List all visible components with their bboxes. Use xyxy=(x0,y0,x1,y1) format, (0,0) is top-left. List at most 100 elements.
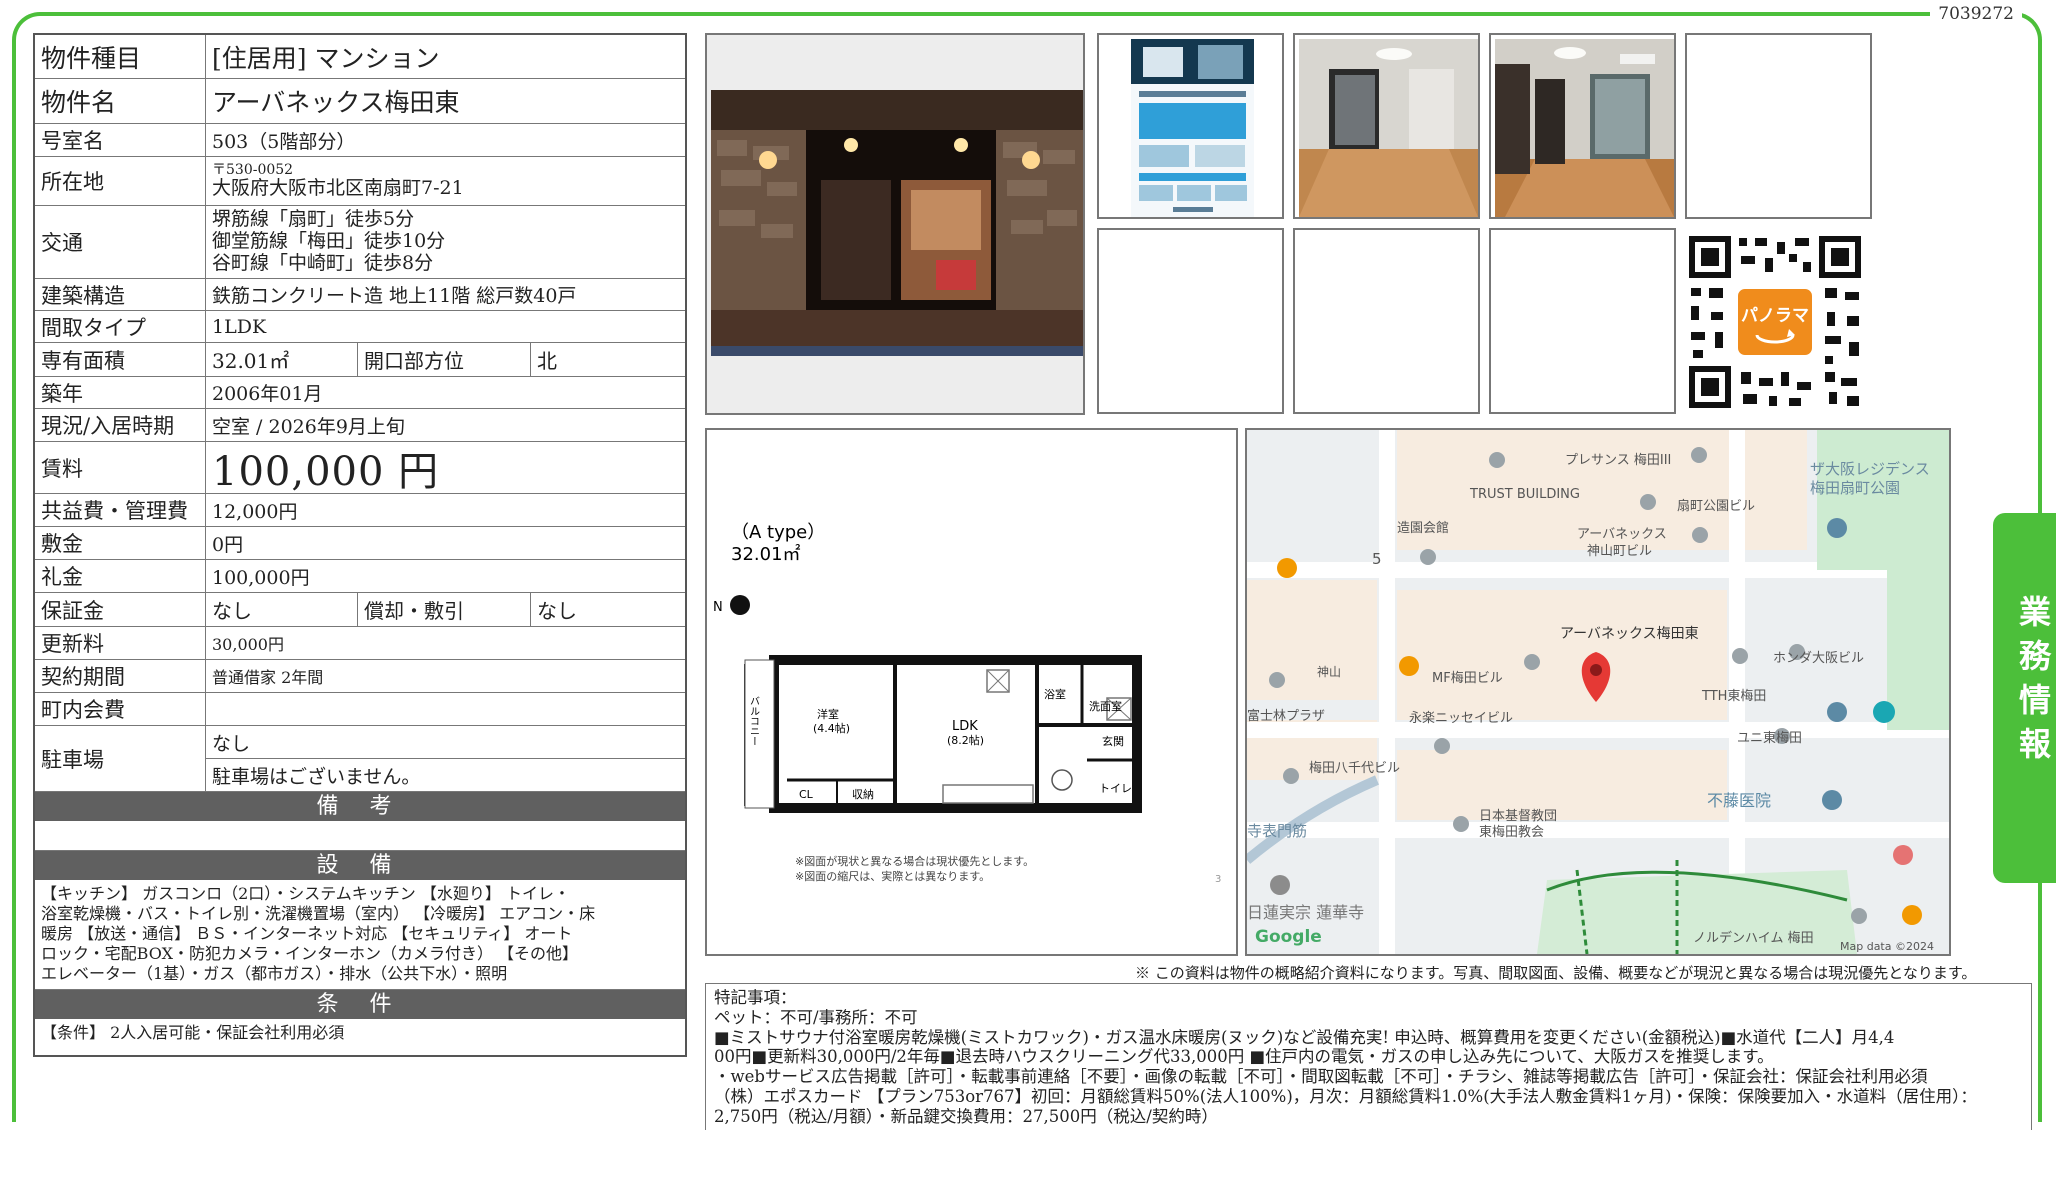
row-room: 号室名 503（5階部分） xyxy=(35,124,685,157)
label-address: 所在地 xyxy=(35,157,206,205)
value-built: 2006年01月 xyxy=(212,383,323,405)
thumbnail-empty xyxy=(1097,228,1284,414)
map-label: 扇町公園ビル xyxy=(1677,498,1755,514)
equipment-line: エレベーター（1基）・ガス（都市ガス）・排水（公共下水）・照明 xyxy=(41,964,508,983)
label-parking: 駐車場 xyxy=(35,726,206,791)
plan-area-label: 32.01㎡ xyxy=(731,543,801,565)
business-info-tab[interactable]: 業務情報 xyxy=(1993,513,2056,883)
map-label: 寺表門筋 xyxy=(1247,822,1307,840)
panorama-qr-code[interactable]: パノラマ xyxy=(1685,232,1865,412)
map-label: 富士林プラザ xyxy=(1247,708,1325,724)
value-traffic: 堺筋線「扇町」徒歩5分 御堂筋線「梅田」徒歩10分 谷町線「中崎町」徒歩8分 xyxy=(206,206,685,278)
map-label: プレサンス 梅田III xyxy=(1565,453,1671,468)
row-status: 現況/入居時期 空室 / 2026年9月上旬 xyxy=(35,409,685,442)
notes-line: 特記事項： xyxy=(714,988,797,1007)
map-label: 永楽ニッセイビル xyxy=(1409,710,1513,726)
plan-note: ※図面が現状と異なる場合は現状優先とします。 xyxy=(795,854,1034,868)
label-area: 専有面積 xyxy=(35,343,206,376)
label-room: 号室名 xyxy=(35,124,206,156)
notes-line: （株）エポスカード 【プラン753or767】初回：月額総賃料50%(法人100… xyxy=(714,1086,1977,1106)
thumbnail-room-2[interactable] xyxy=(1489,33,1676,219)
room-label: 洗面室 xyxy=(1089,699,1122,713)
map-label: 5 xyxy=(1372,550,1382,568)
postal-code: 〒530-0052 xyxy=(212,162,294,179)
row-parking: 駐車場 なし 駐車場はございません。 xyxy=(35,726,685,792)
value-status: 空室 / 2026年9月上旬 xyxy=(212,415,405,438)
property-spec-table: 物件種目 [住居用] マンション 物件名 アーバネックス梅田東 号室名 503（… xyxy=(33,33,687,1057)
parking-cells: なし 駐車場はございません。 xyxy=(206,726,685,791)
map-label: TRUST BUILDING xyxy=(1469,487,1580,502)
plan-note: ※図面の縮尺は、実際とは異なります。 xyxy=(795,869,990,883)
value-opening: 北 xyxy=(537,349,557,373)
value-address: 〒530-0052 大阪府大阪市北区南扇町7-21 xyxy=(206,157,685,205)
row-renewal: 更新料 30,000円 xyxy=(35,627,685,660)
area-cells: 32.01㎡ 開口部方位 北 xyxy=(206,343,685,376)
value-area: 32.01㎡ xyxy=(206,343,358,376)
value-guarantee: なし xyxy=(206,593,358,626)
notes-line: 2,750円（税込/月額）・新品鍵交換費用：27,500円（税込/契約時） xyxy=(714,1106,1218,1126)
label-amortization: 償却・敷引 xyxy=(358,593,531,626)
row-traffic: 交通 堺筋線「扇町」徒歩5分 御堂筋線「梅田」徒歩10分 谷町線「中崎町」徒歩8… xyxy=(35,206,685,279)
label-deposit: 敷金 xyxy=(35,527,206,559)
room-label: LDK xyxy=(952,719,978,734)
map-label: アーバネックス梅田東 xyxy=(1560,626,1699,642)
room-label: バルコニー xyxy=(748,696,760,746)
notes-line: ペット：不可/事務所：不可 xyxy=(714,1007,918,1027)
notes-line: ■ミストサウナ付浴室暖房乾燥機(ミストカワック)・ガス温水床暖房(ヌック)など設… xyxy=(714,1027,1895,1047)
room-label: 洋室 xyxy=(817,707,839,721)
disclaimer-text: ※ この資料は物件の概略紹介資料になります。写真、間取図面、設備、概要などが現況… xyxy=(1135,964,1977,982)
special-notes: 特記事項： ペット：不可/事務所：不可 ■ミストサウナ付浴室暖房乾燥機(ミストカ… xyxy=(705,983,2032,1130)
equipment-line: 暖房 【放送・通信】 ＢＳ・インターネット対応 【セキュリティ】 オート xyxy=(41,924,573,943)
row-rent: 賃料 100,000 円 xyxy=(35,442,685,495)
label-guarantee: 保証金 xyxy=(35,593,206,626)
room-label: (8.2帖) xyxy=(947,734,984,747)
map-label: 神山町ビル xyxy=(1587,544,1652,559)
conditions-header: 条 件 xyxy=(35,990,685,1019)
map-label: ノルデンハイム 梅田 xyxy=(1693,930,1814,946)
label-fee: 共益費・管理費 xyxy=(35,494,206,526)
business-info-label: 業務情報 xyxy=(2014,595,2052,771)
row-layout: 間取タイプ 1LDK xyxy=(35,311,685,343)
row-structure: 建築構造 鉄筋コンクリート造 地上11階 総戸数40戸 xyxy=(35,279,685,311)
row-deposit: 敷金 0円 xyxy=(35,527,685,560)
map-label: Map data ©2024 xyxy=(1840,940,1934,953)
map-label: ホンダ大阪ビル xyxy=(1773,651,1864,666)
row-name: 物件名 アーバネックス梅田東 xyxy=(35,79,685,124)
panorama-badge: パノラマ xyxy=(1735,286,1815,358)
row-area: 専有面積 32.01㎡ 開口部方位 北 xyxy=(35,343,685,377)
room-label: トイレ xyxy=(1099,782,1132,795)
map-label: Google xyxy=(1255,927,1322,947)
panorama-label: パノラマ xyxy=(1741,305,1809,326)
exterior-photo xyxy=(705,33,1085,415)
map-label: 日本基督教団 xyxy=(1479,808,1557,824)
thumbnail-room-1[interactable] xyxy=(1293,33,1480,219)
equipment-line: 浴室乾燥機・バス・トイレ別・洗濯機置場（室内） 【冷暖房】 エアコン・床 xyxy=(41,904,596,923)
map-drawing: プレサンス 梅田III ザ大阪レジデンス 梅田扇町公園 TRUST BUILDI… xyxy=(1247,430,1949,954)
value-structure: 鉄筋コンクリート造 地上11階 総戸数40戸 xyxy=(212,285,577,307)
remarks-header: 備 考 xyxy=(35,792,685,821)
room-label: 玄関 xyxy=(1102,734,1124,748)
map-label: MF梅田ビル xyxy=(1432,671,1503,686)
row-contract: 契約期間 普通借家 2年間 xyxy=(35,660,685,693)
value-name: アーバネックス梅田東 xyxy=(212,88,460,117)
row-address: 所在地 〒530-0052 大阪府大阪市北区南扇町7-21 xyxy=(35,157,685,206)
equipment-line: ロック・宅配BOX・防犯カメラ・インターホン（カメラ付き） 【その他】 xyxy=(41,944,579,963)
label-layout: 間取タイプ xyxy=(35,311,206,342)
thumbnail-flyer[interactable] xyxy=(1097,33,1284,219)
traffic-line: 堺筋線「扇町」徒歩5分 xyxy=(212,208,415,231)
location-map[interactable]: プレサンス 梅田III ザ大阪レジデンス 梅田扇町公園 TRUST BUILDI… xyxy=(1245,428,1951,956)
value-association xyxy=(206,693,685,725)
equipment-line: 【キッチン】 ガスコンロ（2口）・システムキッチン 【水廻り】 トイレ・ xyxy=(41,884,570,903)
floor-plan: （A type） 32.01㎡ N 洋室 (4.4帖) LDK (8.2帖) 浴… xyxy=(705,428,1238,956)
traffic-line: 谷町線「中崎町」徒歩8分 xyxy=(212,251,434,274)
value-type: [住居用] マンション xyxy=(212,43,440,73)
remarks-body xyxy=(35,821,685,851)
row-guarantee: 保証金 なし 償却・敷引 なし xyxy=(35,593,685,627)
thumbnail-empty xyxy=(1293,228,1480,414)
conditions-text: 【条件】 2人入居可能・保証会社利用必須 xyxy=(41,1023,345,1042)
value-renewal: 30,000円 xyxy=(212,635,284,654)
label-key-money: 礼金 xyxy=(35,560,206,592)
label-rent: 賃料 xyxy=(35,442,206,493)
map-label: アーバネックス xyxy=(1577,527,1667,542)
map-label: TTH東梅田 xyxy=(1701,688,1766,704)
